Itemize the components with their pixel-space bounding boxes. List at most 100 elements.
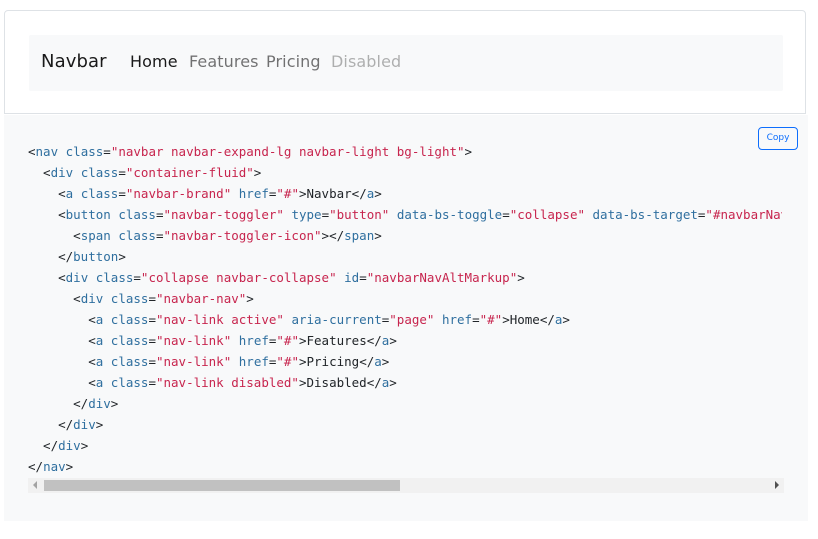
code-token: > (464, 144, 473, 159)
code-token: ></ (321, 228, 345, 243)
code-token: > (80, 438, 89, 453)
code-line: <a class="nav-link" href="#">Features</a… (28, 333, 397, 348)
code-token: > (110, 396, 119, 411)
code-line: <span class="navbar-toggler-icon"></span… (28, 228, 382, 243)
code-line: </div> (28, 417, 103, 432)
code-line: <nav class="navbar navbar-expand-lg navb… (28, 144, 472, 159)
code-token: >Navbar</ (298, 186, 367, 201)
code-line: <a class="nav-link disabled">Disabled</a… (28, 375, 397, 390)
code-line: <div class="navbar-nav"> (28, 291, 254, 306)
code-token: "nav-link disabled" (155, 375, 299, 390)
code-token: = (118, 186, 126, 201)
code-token: </ (28, 417, 74, 432)
code-token: button (73, 249, 119, 264)
code-token: aria-current (291, 312, 382, 327)
code-token: href (441, 312, 473, 327)
code-token: "navbarNavAltMarkup" (366, 270, 518, 285)
code-token: "#" (276, 354, 299, 369)
code-token: = (155, 207, 164, 222)
code-token: nav (35, 144, 59, 159)
code-token: < (28, 312, 96, 327)
code-token: >Home</ (502, 312, 555, 327)
code-token: div (65, 270, 89, 285)
code-token: > (381, 354, 390, 369)
code-token: href (238, 354, 269, 369)
code-token: class (110, 354, 149, 369)
nav-link-features[interactable]: Features (189, 52, 259, 71)
code-token: nav (43, 459, 66, 474)
code-token: "#navbarNavAltMarkup" (705, 207, 782, 222)
code-token: div (58, 438, 81, 453)
code-line: </div> (28, 438, 88, 453)
code-token: > (562, 312, 570, 327)
scroll-left-arrow-icon[interactable] (33, 481, 37, 489)
code-token: class (80, 165, 119, 180)
scrollbar-thumb[interactable] (44, 480, 400, 491)
code-token: class (118, 228, 156, 243)
code-token: div (50, 165, 74, 180)
code-token: = (472, 312, 480, 327)
code-token: < (28, 165, 51, 180)
code-token: div (73, 417, 96, 432)
code-token: "navbar-toggler" (163, 207, 284, 222)
code-token: < (28, 186, 66, 201)
code-token: "navbar-nav" (155, 291, 247, 306)
code-token: "#" (479, 312, 503, 327)
code-token: < (28, 144, 36, 159)
code-token: < (28, 375, 96, 390)
code-token: class (110, 333, 149, 348)
code-line: </nav> (28, 459, 73, 474)
code-token: class (95, 270, 134, 285)
code-token: = (359, 270, 367, 285)
code-token: > (374, 228, 382, 243)
code-token: div (88, 396, 111, 411)
code-token: "page" (389, 312, 435, 327)
nav-link-home[interactable]: Home (130, 52, 178, 71)
code-token: "navbar-brand" (125, 186, 232, 201)
code-token: = (148, 375, 156, 390)
code-token: < (28, 291, 81, 306)
nav-link-pricing[interactable]: Pricing (266, 52, 321, 71)
code-token: "#" (276, 186, 299, 201)
navbar-brand[interactable]: Navbar (41, 51, 107, 72)
example-preview: Navbar Home Features Pricing Disabled (4, 10, 806, 114)
code-token: > (95, 417, 104, 432)
navbar: Navbar Home Features Pricing Disabled (29, 35, 783, 91)
code-token: >Features</ (298, 333, 382, 348)
code-token: type (291, 207, 322, 222)
code-token: >Disabled</ (298, 375, 382, 390)
horizontal-scrollbar[interactable] (28, 478, 784, 493)
code-token: > (389, 333, 397, 348)
code-token: class (110, 312, 149, 327)
code-token: a (374, 354, 382, 369)
code-token: href (238, 186, 269, 201)
code-token: "navbar navbar-expand-lg navbar-light bg… (110, 144, 465, 159)
code-token: "button" (329, 207, 390, 222)
code-token: "#" (276, 333, 299, 348)
code-token: < (28, 333, 96, 348)
code-token: </ (28, 396, 89, 411)
code-token: > (65, 459, 74, 474)
code-token: </ (28, 459, 44, 474)
code-token: "nav-link" (155, 354, 232, 369)
code-token: = (148, 333, 156, 348)
code-block: Copy <nav class="navbar navbar-expand-lg… (4, 115, 808, 521)
code-token: = (502, 207, 510, 222)
code-token: class (110, 291, 149, 306)
code-token: = (148, 291, 156, 306)
code-token: = (155, 228, 164, 243)
scroll-right-arrow-icon[interactable] (775, 481, 779, 489)
